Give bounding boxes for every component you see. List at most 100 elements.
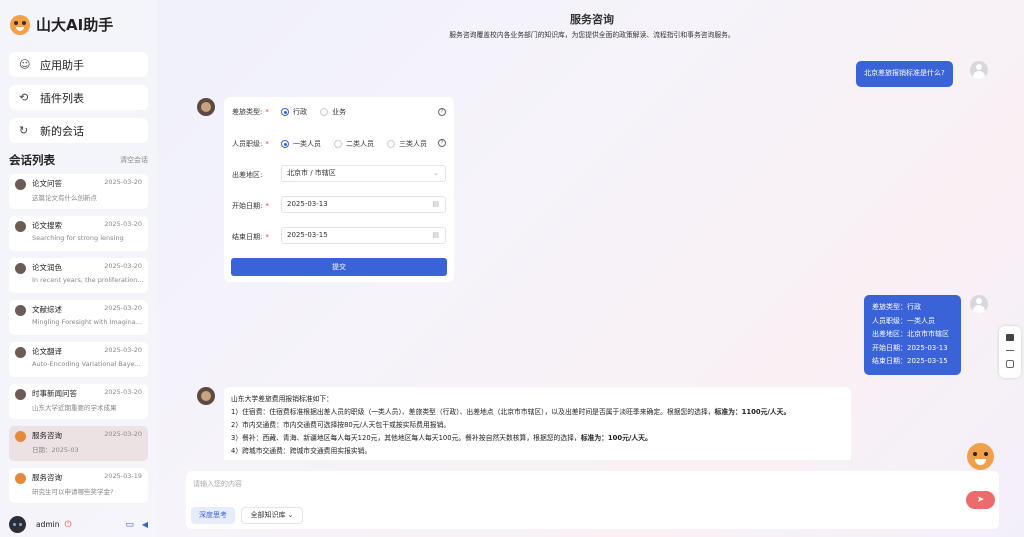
page-subtitle: 服务咨询覆盖校内各业务部门的知识库，为您提供全面的政策解读、流程指引和事务咨询服…: [449, 31, 735, 39]
level-radio-1[interactable]: 一类人员: [281, 139, 321, 149]
answer-line: 1）住宿费：住宿费标准根据出差人员的职级（一类人员）、差旅类型（行政）、出差地点…: [231, 408, 791, 416]
feedback-icon[interactable]: [1006, 334, 1014, 341]
answer-line: 4）跨城市交通费：跨城市交通费用实报实销。: [231, 447, 372, 455]
session-item[interactable]: 论文翻译 2025-03-20 Auto-Encoding Variational…: [9, 342, 148, 377]
chat-input-box[interactable]: 请输入您的内容 深度思考 全部知识库 ⌄: [186, 471, 999, 529]
session-name: 论文问答: [32, 179, 62, 188]
session-avatar-icon: [15, 347, 26, 358]
bot-avatar-icon: [197, 387, 215, 405]
chevron-down-icon: ⌄: [433, 169, 439, 177]
trip-type-radio-admin[interactable]: 行政: [281, 107, 307, 117]
user-message: 北京差旅报销标准是什么?: [856, 61, 953, 87]
radio-icon: [320, 108, 328, 116]
chat-input-placeholder[interactable]: 请输入您的内容: [193, 479, 242, 489]
tiger-avatar-icon: [15, 473, 26, 484]
session-preview: Mingling Foresight with Imaginat...: [32, 318, 144, 326]
session-item[interactable]: 论文问答 2025-03-20 这篇论文有什么创新点: [9, 174, 148, 209]
level-label: 人员职级: *: [232, 140, 269, 148]
send-icon: ➤: [976, 495, 985, 505]
new-session-button[interactable]: ↻ 新的会话: [9, 118, 148, 143]
session-avatar-icon: [15, 263, 26, 274]
required-mark: *: [265, 202, 269, 210]
help-icon[interactable]: ?: [438, 108, 446, 116]
session-list-header: 会话列表 清空会话: [9, 152, 148, 168]
session-preview: 山东大学近期重要的学术成果: [32, 404, 117, 412]
app-title: 山大AI助手: [36, 16, 114, 34]
tiger-mascot-icon[interactable]: [967, 443, 994, 470]
app-logo[interactable]: 山大AI助手: [10, 14, 113, 35]
nav-label: 应用助手: [40, 58, 84, 72]
user-avatar-icon: [970, 61, 988, 79]
nav-plugin-list-button[interactable]: ⟲ 插件列表: [9, 85, 148, 110]
right-toolbar: [999, 326, 1021, 378]
session-item[interactable]: 论文润色 2025-03-20 In recent years, the prol…: [9, 258, 148, 293]
session-name: 论文润色: [32, 263, 62, 272]
nav-label: 新的会话: [40, 124, 84, 138]
user-avatar[interactable]: [9, 516, 26, 533]
end-date-label: 结束日期: *: [232, 233, 269, 241]
required-mark: *: [265, 108, 269, 116]
user-message-form-summary: 差旅类型：行政 人员职级：一类人员 出差地区：北京市市辖区 开始日期：2025-…: [864, 295, 961, 375]
session-item[interactable]: 文献综述 2025-03-20 Mingling Foresight with I…: [9, 300, 148, 335]
session-date: 2025-03-20: [104, 430, 142, 438]
session-preview: Auto-Encoding Variational Baye...: [32, 360, 141, 368]
session-item-active[interactable]: 服务咨询 2025-03-20 日期：2025-03: [9, 426, 148, 461]
session-item[interactable]: 论文搜索 2025-03-20 Searching for strong lens…: [9, 216, 148, 251]
help-icon[interactable]: ?: [438, 139, 446, 147]
username: admin: [36, 520, 60, 529]
level-radio-2[interactable]: 二类人员: [334, 139, 374, 149]
nav-app-assistant-button[interactable]: ☺ 应用助手: [9, 52, 148, 77]
monitor-icon[interactable]: ▭: [125, 520, 134, 530]
clear-sessions-button[interactable]: 清空会话: [120, 155, 148, 165]
session-date: 2025-03-19: [104, 472, 142, 480]
calendar-icon: ▤: [432, 200, 439, 208]
session-preview: 日期：2025-03: [32, 446, 79, 454]
summary-line: 差旅类型：行政: [872, 303, 921, 311]
start-date-input[interactable]: 2025-03-13 ▤: [281, 196, 446, 213]
session-item[interactable]: 服务咨询 2025-03-19 研究生可以申请哪些奖学金?: [9, 468, 148, 503]
page-title: 服务咨询: [570, 13, 614, 26]
trip-type-label: 差旅类型: *: [232, 108, 269, 116]
summary-line: 开始日期：2025-03-13: [872, 343, 948, 352]
radio-checked-icon: [281, 108, 289, 116]
smile-icon: ☺: [19, 58, 31, 71]
session-item[interactable]: 时事新闻问答 2025-03-20 山东大学近期重要的学术成果: [9, 384, 148, 419]
radio-icon: [387, 140, 395, 148]
session-date: 2025-03-20: [104, 178, 142, 186]
user-bar: admin ⏻ ▭ ◀: [9, 516, 148, 533]
trip-type-radio-business[interactable]: 业务: [320, 107, 346, 117]
level-radio-3[interactable]: 三类人员: [387, 139, 427, 149]
session-name: 文献综述: [32, 305, 62, 314]
deep-thinking-toggle[interactable]: 深度思考: [191, 507, 235, 524]
end-date-input[interactable]: 2025-03-15 ▤: [281, 227, 446, 244]
start-date-label: 开始日期: *: [232, 202, 269, 210]
tiger-avatar-icon: [15, 431, 26, 442]
summary-line: 出差地区：北京市市辖区: [872, 330, 949, 338]
logout-icon[interactable]: ⏻: [65, 520, 72, 530]
region-label: 出差地区:: [232, 171, 263, 179]
submit-button[interactable]: 提交: [231, 258, 447, 276]
collapse-sidebar-icon[interactable]: ◀: [142, 520, 148, 529]
region-select[interactable]: 北京市 / 市辖区 ⌄: [281, 165, 446, 182]
knowledge-base-select[interactable]: 全部知识库 ⌄: [241, 507, 303, 524]
session-date: 2025-03-20: [104, 220, 142, 228]
nav-label: 插件列表: [40, 91, 84, 105]
session-name: 服务咨询: [32, 431, 62, 440]
divider: [1006, 350, 1014, 351]
required-mark: *: [265, 140, 269, 148]
session-preview: Searching for strong lensing: [32, 234, 124, 242]
send-button[interactable]: ➤: [966, 491, 995, 509]
bot-answer: 山东大学差旅费用报销标准如下： 1）住宿费：住宿费标准根据出差人员的职级（一类人…: [224, 387, 851, 460]
travel-form-card: 差旅类型: * 行政 业务 ? 人员职级: * 一类人员 二类人员 三类人员 ? 出…: [224, 97, 454, 282]
radio-checked-icon: [281, 140, 289, 148]
answer-line: 3）餐补：西藏、青海、新疆地区每人每天120元，其他地区每人每天100元。餐补按…: [231, 434, 652, 442]
print-icon[interactable]: [1006, 360, 1014, 368]
session-name: 论文搜索: [32, 221, 62, 230]
user-avatar-icon: [970, 295, 988, 313]
session-preview: 研究生可以申请哪些奖学金?: [32, 488, 114, 496]
tiger-logo-icon: [10, 14, 30, 35]
answer-intro: 山东大学差旅费用报销标准如下：: [231, 395, 333, 403]
refresh-icon: ↻: [19, 124, 29, 137]
bot-avatar-icon: [197, 98, 215, 116]
session-avatar-icon: [15, 179, 26, 190]
